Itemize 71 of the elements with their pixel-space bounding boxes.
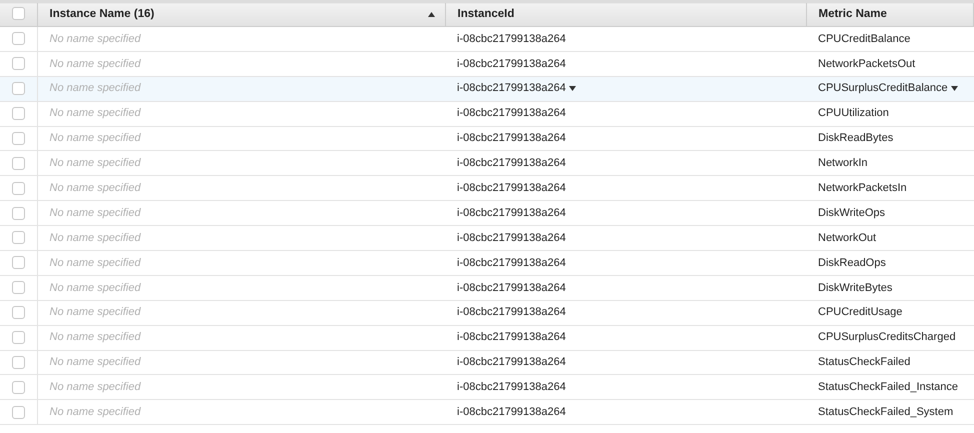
instance-id: i-08cbc21799138a264 [457,282,566,294]
instance-name: No name specified [50,356,141,368]
row-checkbox[interactable] [12,306,25,320]
instance-id: i-08cbc21799138a264 [457,206,566,219]
instance-id: i-08cbc21799138a264 [457,58,566,70]
instance-id: i-08cbc21799138a264 [457,381,566,394]
instance-name: No name specified [50,306,141,318]
row-checkbox[interactable] [12,231,25,244]
row-checkbox[interactable] [12,356,25,369]
metric-name: StatusCheckFailed_System [818,406,954,418]
instance-name: No name specified [50,206,141,219]
instance-id: i-08cbc21799138a264 [457,232,566,244]
metric-name: CPUCreditBalance [818,32,910,45]
instance-id: i-08cbc21799138a264 [457,306,566,318]
metric-name: StatusCheckFailed_Instance [818,381,958,394]
instance-name: No name specified [50,157,141,170]
instance-name: No name specified [50,132,141,144]
instance-id: i-08cbc21799138a264 [457,356,566,368]
metric-name: CPUCreditUsage [818,306,902,318]
metric-name: NetworkIn [818,157,868,170]
instance-id: i-08cbc21799138a264 [457,32,566,45]
metric-name: DiskWriteBytes [818,282,892,294]
row-checkbox[interactable] [12,57,25,70]
metric-name: NetworkPacketsIn [818,182,907,194]
row-checkbox[interactable] [12,206,25,220]
select-all-checkbox[interactable] [12,7,25,20]
row-checkbox[interactable] [12,106,25,120]
metric-name: DiskWriteOps [818,206,886,219]
metric-name: DiskReadOps [818,256,886,269]
metric-name: NetworkOut [818,232,876,244]
column-header[interactable]: Metric Name [806,2,974,26]
row-checkbox[interactable] [12,182,25,195]
instance-name: No name specified [50,282,141,294]
instance-name: No name specified [50,256,141,269]
row-checkbox[interactable] [12,281,25,294]
instance-name: No name specified [50,232,141,244]
instance-id: i-08cbc21799138a264 [457,107,566,120]
instance-name: No name specified [50,58,141,70]
instance-id: i-08cbc21799138a264 [457,256,566,269]
instance-name: No name specified [50,381,141,394]
caret-icon [568,86,576,92]
metric-name: CPUSurplusCreditsCharged [818,331,956,344]
metric-name: CPUUtilization [818,107,889,120]
instance-id: i-08cbc21799138a264 [457,132,566,144]
sort-ascending-icon [428,12,434,17]
instance-id: i-08cbc21799138a264 [457,82,566,94]
instance-id: i-08cbc21799138a264 [457,331,566,344]
row-checkbox[interactable] [12,82,25,96]
row-checkbox[interactable] [12,156,25,170]
instance-name: No name specified [50,82,141,94]
row-checkbox[interactable] [12,406,25,419]
column-header[interactable]: Instance Name (16) [37,2,445,26]
row-checkbox[interactable] [12,330,25,344]
instance-name: No name specified [50,331,141,344]
row-checkbox[interactable] [12,132,25,145]
row-checkbox[interactable] [12,380,25,394]
instance-id: i-08cbc21799138a264 [457,182,566,194]
instance-name: No name specified [50,32,141,45]
column-header[interactable]: InstanceId [445,2,806,26]
instance-name: No name specified [50,182,141,194]
instance-name: No name specified [50,406,141,418]
metric-name: CPUSurplusCreditBalance [818,82,948,94]
instance-name: No name specified [50,107,141,120]
caret-icon [950,86,958,92]
metric-name: StatusCheckFailed [818,356,910,368]
metric-name: DiskReadBytes [818,132,894,144]
instance-id: i-08cbc21799138a264 [457,406,566,418]
row-checkbox[interactable] [12,256,25,270]
row-checkbox[interactable] [12,32,25,46]
metric-name: NetworkPacketsOut [818,58,916,70]
instance-id: i-08cbc21799138a264 [457,157,566,170]
